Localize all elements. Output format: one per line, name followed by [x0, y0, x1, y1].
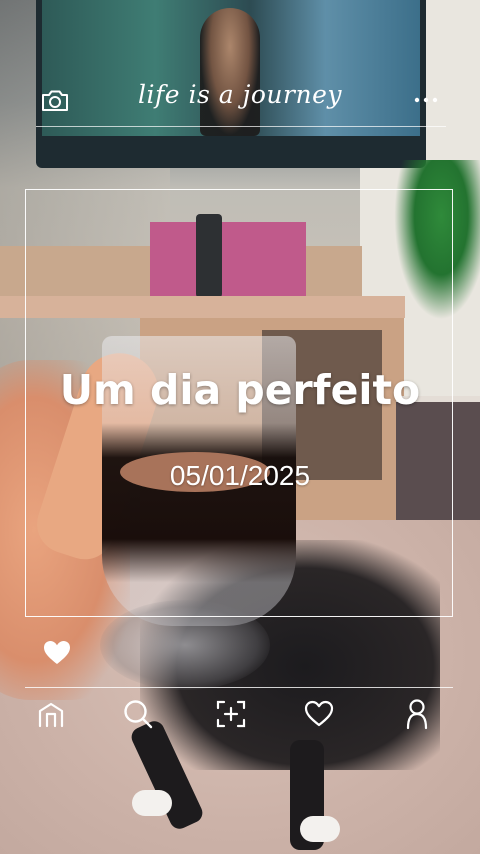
profile-icon[interactable] [400, 696, 434, 732]
add-square-icon[interactable] [214, 696, 248, 732]
home-icon[interactable] [34, 696, 68, 732]
post-headline: Um dia perfeito [59, 366, 421, 414]
photo-cat-paw [132, 790, 172, 816]
photo-post: life is a journey Um dia perfeito 05/01/… [0, 0, 480, 854]
top-divider [36, 126, 446, 127]
more-horizontal-icon[interactable] [412, 90, 440, 110]
bottom-divider [25, 687, 453, 688]
bottom-navigation [0, 696, 480, 736]
heart-outline-icon[interactable] [303, 696, 337, 732]
heart-filled-icon[interactable] [42, 638, 72, 666]
photo-tv-figure [200, 8, 260, 136]
search-icon[interactable] [121, 696, 155, 732]
script-caption: life is a journey [138, 80, 342, 109]
camera-icon[interactable] [40, 88, 70, 114]
photo-cat-paw [300, 816, 340, 842]
post-date: 05/01/2025 [169, 460, 311, 491]
